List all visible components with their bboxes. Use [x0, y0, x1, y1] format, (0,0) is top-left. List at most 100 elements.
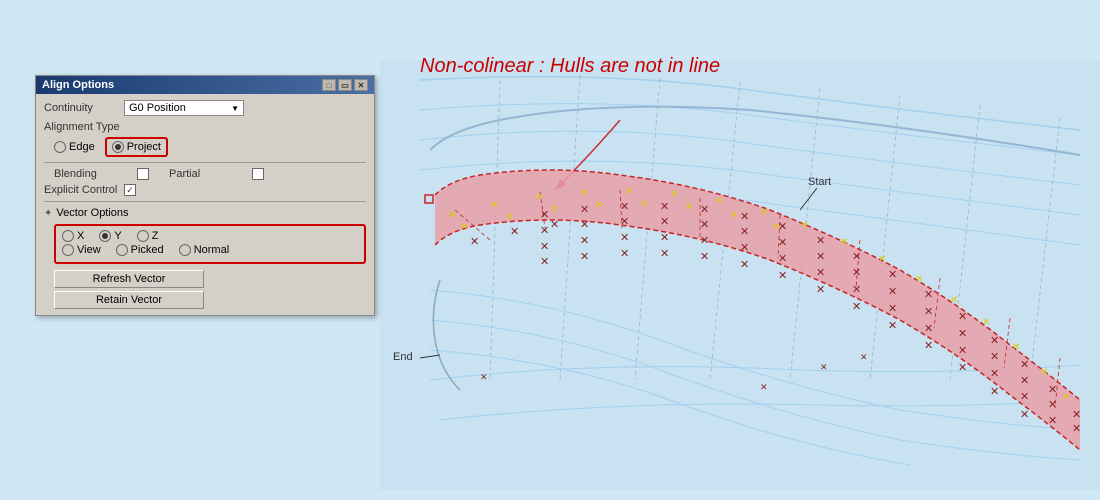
view-radio-button[interactable]: [62, 244, 74, 256]
svg-text:✕: ✕: [700, 204, 709, 216]
svg-text:✕: ✕: [958, 362, 967, 374]
x-radio-option[interactable]: X: [62, 230, 84, 242]
align-dialog: Align Options □ ▭ ✕ Continuity G0 Positi…: [35, 75, 375, 316]
normal-label: Normal: [194, 244, 229, 256]
svg-text:✕: ✕: [852, 301, 861, 313]
svg-text:✕: ✕: [816, 235, 825, 247]
svg-text:✕: ✕: [540, 241, 549, 253]
svg-text:✕: ✕: [700, 235, 709, 247]
svg-text:✕: ✕: [888, 286, 897, 298]
svg-text:✕: ✕: [580, 204, 589, 216]
close-button[interactable]: ✕: [354, 79, 368, 91]
svg-text:✕: ✕: [1020, 359, 1029, 371]
svg-text:✕: ✕: [510, 226, 519, 238]
svg-text:✕: ✕: [924, 323, 933, 335]
blending-label: Blending: [54, 168, 134, 180]
project-radio-option[interactable]: Project: [112, 141, 161, 153]
z-radio-option[interactable]: Z: [137, 230, 159, 242]
explicit-control-row: Explicit Control: [44, 184, 366, 196]
svg-text:✕: ✕: [982, 317, 990, 328]
svg-text:✕: ✕: [700, 219, 709, 231]
view-radio-option[interactable]: View: [62, 244, 101, 256]
svg-text:✕: ✕: [1048, 415, 1057, 427]
vector-grid: X Y Z View Picked: [54, 224, 366, 264]
svg-text:✕: ✕: [580, 219, 589, 231]
svg-text:✕: ✕: [595, 200, 603, 211]
svg-text:✕: ✕: [888, 269, 897, 281]
svg-text:✕: ✕: [625, 186, 633, 197]
svg-text:✕: ✕: [852, 251, 861, 263]
svg-text:✕: ✕: [660, 248, 669, 260]
y-radio-option[interactable]: Y: [99, 230, 121, 242]
blending-checkbox[interactable]: [137, 168, 149, 180]
svg-text:✕: ✕: [580, 251, 589, 263]
svg-text:✕: ✕: [660, 216, 669, 228]
normal-radio-option[interactable]: Normal: [179, 244, 229, 256]
retain-vector-button[interactable]: Retain Vector: [54, 291, 204, 309]
normal-radio-button[interactable]: [179, 244, 191, 256]
svg-text:✕: ✕: [740, 226, 749, 238]
svg-text:✕: ✕: [1062, 392, 1070, 403]
svg-text:✕: ✕: [840, 237, 848, 248]
svg-text:✕: ✕: [640, 199, 648, 210]
svg-text:✕: ✕: [740, 211, 749, 223]
svg-text:✕: ✕: [540, 209, 549, 221]
svg-text:✕: ✕: [1020, 391, 1029, 403]
continuity-label: Continuity: [44, 102, 124, 114]
y-radio-button[interactable]: [99, 230, 111, 242]
picked-radio-button[interactable]: [116, 244, 128, 256]
svg-text:✕: ✕: [448, 210, 456, 221]
project-radio-highlight: Project: [105, 137, 168, 157]
svg-text:✕: ✕: [700, 251, 709, 263]
svg-text:✕: ✕: [924, 289, 933, 301]
svg-text:✕: ✕: [778, 221, 787, 233]
dialog-body: Continuity G0 Position ▼ Alignment Type …: [36, 94, 374, 315]
svg-text:✕: ✕: [990, 368, 999, 380]
svg-text:✕: ✕: [820, 362, 828, 372]
edge-radio-option[interactable]: Edge: [54, 141, 95, 153]
view-label: View: [77, 244, 101, 256]
edge-label: Edge: [69, 141, 95, 153]
z-radio-button[interactable]: [137, 230, 149, 242]
svg-text:✕: ✕: [852, 284, 861, 296]
svg-text:✕: ✕: [1020, 375, 1029, 387]
svg-text:✕: ✕: [1072, 423, 1081, 435]
svg-text:✕: ✕: [800, 220, 808, 231]
project-label: Project: [127, 141, 161, 153]
refresh-vector-button[interactable]: Refresh Vector: [54, 270, 204, 288]
svg-text:✕: ✕: [1012, 342, 1020, 353]
picked-label: Picked: [131, 244, 164, 256]
project-radio-button[interactable]: [112, 141, 124, 153]
continuity-dropdown[interactable]: G0 Position ▼: [124, 100, 244, 116]
edge-radio-button[interactable]: [54, 141, 66, 153]
svg-text:Start: Start: [808, 176, 831, 188]
minimize-button[interactable]: ▭: [338, 79, 352, 91]
svg-text:✕: ✕: [1048, 399, 1057, 411]
titlebar-buttons: □ ▭ ✕: [322, 79, 368, 91]
svg-text:✕: ✕: [990, 386, 999, 398]
svg-text:✕: ✕: [580, 235, 589, 247]
x-radio-button[interactable]: [62, 230, 74, 242]
svg-text:✕: ✕: [760, 207, 768, 218]
svg-text:✕: ✕: [958, 311, 967, 323]
z-label: Z: [152, 230, 159, 242]
explicit-control-checkbox[interactable]: [124, 184, 136, 196]
continuity-value: G0 Position: [129, 102, 186, 114]
svg-text:✕: ✕: [580, 188, 588, 199]
picked-radio-option[interactable]: Picked: [116, 244, 164, 256]
svg-text:✕: ✕: [878, 254, 886, 265]
svg-text:✕: ✕: [470, 236, 479, 248]
svg-text:✕: ✕: [1040, 367, 1048, 378]
axis-row: X Y Z: [62, 230, 358, 242]
svg-text:✕: ✕: [505, 212, 513, 223]
explicit-control-label: Explicit Control: [44, 184, 124, 196]
partial-checkbox[interactable]: [252, 168, 264, 180]
svg-text:✕: ✕: [915, 274, 923, 285]
vector-section-header: ✦ Vector Options: [44, 207, 366, 219]
svg-text:✕: ✕: [990, 335, 999, 347]
svg-text:✕: ✕: [550, 204, 558, 215]
vector-options-label: Vector Options: [56, 207, 128, 219]
restore-button[interactable]: □: [322, 79, 336, 91]
svg-text:✕: ✕: [740, 242, 749, 254]
partial-label: Partial: [169, 168, 249, 180]
